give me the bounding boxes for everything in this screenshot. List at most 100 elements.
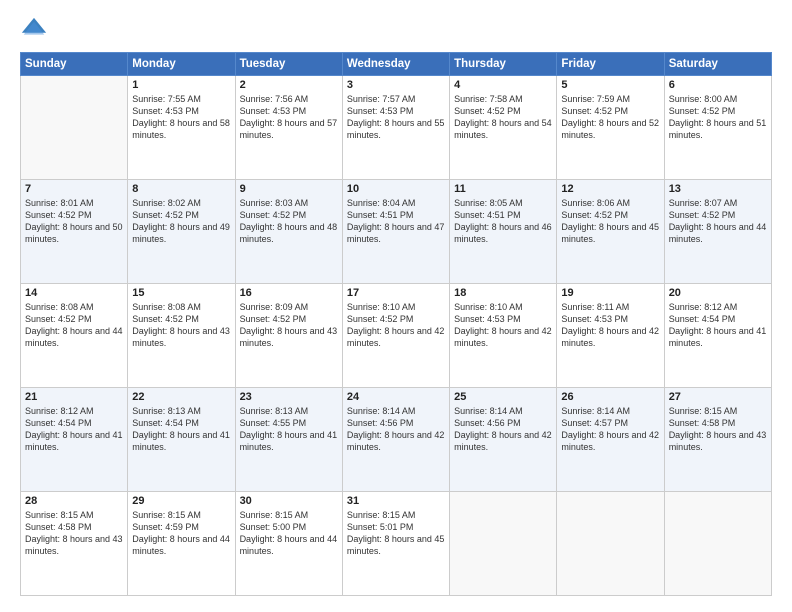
cell-info: Sunrise: 8:15 AMSunset: 4:58 PMDaylight:…: [25, 509, 123, 558]
calendar-cell: 16 Sunrise: 8:09 AMSunset: 4:52 PMDayligh…: [235, 284, 342, 388]
cell-info: Sunrise: 8:15 AMSunset: 4:58 PMDaylight:…: [669, 405, 767, 454]
cell-info: Sunrise: 8:14 AMSunset: 4:56 PMDaylight:…: [347, 405, 445, 454]
calendar-cell: 10 Sunrise: 8:04 AMSunset: 4:51 PMDayligh…: [342, 180, 449, 284]
day-number: 21: [25, 391, 123, 403]
cell-info: Sunrise: 8:09 AMSunset: 4:52 PMDaylight:…: [240, 301, 338, 350]
calendar-header-wednesday: Wednesday: [342, 53, 449, 76]
day-number: 29: [132, 495, 230, 507]
calendar-week-row: 1Sunrise: 7:55 AMSunset: 4:53 PMDaylight…: [21, 76, 772, 180]
day-number: 15: [132, 287, 230, 299]
day-number: 31: [347, 495, 445, 507]
logo: [20, 16, 52, 44]
cell-info: Sunrise: 8:00 AMSunset: 4:52 PMDaylight:…: [669, 93, 767, 142]
calendar-cell: 2 Sunrise: 7:56 AMSunset: 4:53 PMDaylight…: [235, 76, 342, 180]
calendar-cell: 22Sunrise: 8:13 AMSunset: 4:54 PMDayligh…: [128, 388, 235, 492]
calendar-week-row: 28 Sunrise: 8:15 AMSunset: 4:58 PMDayligh…: [21, 492, 772, 596]
calendar-header-thursday: Thursday: [450, 53, 557, 76]
day-number: 24: [347, 391, 445, 403]
day-number: 18: [454, 287, 552, 299]
day-number: 20: [669, 287, 767, 299]
cell-info: Sunrise: 8:15 AMSunset: 4:59 PMDaylight:…: [132, 509, 230, 558]
day-number: 14: [25, 287, 123, 299]
day-number: 25: [454, 391, 552, 403]
calendar-cell: [664, 492, 771, 596]
day-number: 27: [669, 391, 767, 403]
day-number: 16: [240, 287, 338, 299]
calendar-cell: 31 Sunrise: 8:15 AMSunset: 5:01 PMDayligh…: [342, 492, 449, 596]
cell-info: Sunrise: 8:03 AMSunset: 4:52 PMDaylight:…: [240, 197, 338, 246]
calendar-cell: [450, 492, 557, 596]
day-number: 19: [561, 287, 659, 299]
calendar-cell: 24 Sunrise: 8:14 AMSunset: 4:56 PMDayligh…: [342, 388, 449, 492]
day-number: 22: [132, 391, 230, 403]
calendar-cell: 14 Sunrise: 8:08 AMSunset: 4:52 PMDayligh…: [21, 284, 128, 388]
calendar-cell: 7Sunrise: 8:01 AMSunset: 4:52 PMDaylight…: [21, 180, 128, 284]
calendar-cell: 3 Sunrise: 7:57 AMSunset: 4:53 PMDaylight…: [342, 76, 449, 180]
page: SundayMondayTuesdayWednesdayThursdayFrid…: [0, 0, 792, 612]
cell-info: Sunrise: 8:04 AMSunset: 4:51 PMDaylight:…: [347, 197, 445, 246]
cell-info: Sunrise: 8:13 AMSunset: 4:55 PMDaylight:…: [240, 405, 338, 454]
cell-info: Sunrise: 8:10 AMSunset: 4:52 PMDaylight:…: [347, 301, 445, 350]
calendar-header-monday: Monday: [128, 53, 235, 76]
cell-info: Sunrise: 8:15 AMSunset: 5:00 PMDaylight:…: [240, 509, 338, 558]
day-number: 8: [132, 183, 230, 195]
cell-info: Sunrise: 8:14 AMSunset: 4:57 PMDaylight:…: [561, 405, 659, 454]
calendar-cell: 25Sunrise: 8:14 AMSunset: 4:56 PMDayligh…: [450, 388, 557, 492]
calendar-table: SundayMondayTuesdayWednesdayThursdayFrid…: [20, 52, 772, 596]
calendar-cell: 9Sunrise: 8:03 AMSunset: 4:52 PMDaylight…: [235, 180, 342, 284]
day-number: 4: [454, 79, 552, 91]
calendar-cell: 26 Sunrise: 8:14 AMSunset: 4:57 PMDayligh…: [557, 388, 664, 492]
cell-info: Sunrise: 8:01 AMSunset: 4:52 PMDaylight:…: [25, 197, 123, 246]
calendar-cell: 19 Sunrise: 8:11 AMSunset: 4:53 PMDayligh…: [557, 284, 664, 388]
calendar-cell: 6Sunrise: 8:00 AMSunset: 4:52 PMDaylight…: [664, 76, 771, 180]
calendar-cell: 18 Sunrise: 8:10 AMSunset: 4:53 PMDayligh…: [450, 284, 557, 388]
calendar-header-tuesday: Tuesday: [235, 53, 342, 76]
calendar-header-sunday: Sunday: [21, 53, 128, 76]
calendar-cell: 28 Sunrise: 8:15 AMSunset: 4:58 PMDayligh…: [21, 492, 128, 596]
cell-info: Sunrise: 8:02 AMSunset: 4:52 PMDaylight:…: [132, 197, 230, 246]
cell-info: Sunrise: 8:11 AMSunset: 4:53 PMDaylight:…: [561, 301, 659, 350]
day-number: 17: [347, 287, 445, 299]
header: [20, 16, 772, 44]
calendar-cell: [21, 76, 128, 180]
cell-info: Sunrise: 8:07 AMSunset: 4:52 PMDaylight:…: [669, 197, 767, 246]
day-number: 30: [240, 495, 338, 507]
day-number: 28: [25, 495, 123, 507]
calendar-cell: [557, 492, 664, 596]
day-number: 2: [240, 79, 338, 91]
calendar-cell: 8 Sunrise: 8:02 AMSunset: 4:52 PMDaylight…: [128, 180, 235, 284]
calendar-cell: 1Sunrise: 7:55 AMSunset: 4:53 PMDaylight…: [128, 76, 235, 180]
day-number: 11: [454, 183, 552, 195]
calendar-week-row: 14 Sunrise: 8:08 AMSunset: 4:52 PMDayligh…: [21, 284, 772, 388]
day-number: 23: [240, 391, 338, 403]
calendar-header-friday: Friday: [557, 53, 664, 76]
day-number: 5: [561, 79, 659, 91]
cell-info: Sunrise: 7:56 AMSunset: 4:53 PMDaylight:…: [240, 93, 338, 142]
calendar-cell: 27 Sunrise: 8:15 AMSunset: 4:58 PMDayligh…: [664, 388, 771, 492]
calendar-cell: 13Sunrise: 8:07 AMSunset: 4:52 PMDayligh…: [664, 180, 771, 284]
day-number: 12: [561, 183, 659, 195]
day-number: 3: [347, 79, 445, 91]
cell-info: Sunrise: 8:08 AMSunset: 4:52 PMDaylight:…: [25, 301, 123, 350]
calendar-cell: 12Sunrise: 8:06 AMSunset: 4:52 PMDayligh…: [557, 180, 664, 284]
logo-icon: [20, 16, 48, 44]
calendar-header-saturday: Saturday: [664, 53, 771, 76]
calendar-cell: 4Sunrise: 7:58 AMSunset: 4:52 PMDaylight…: [450, 76, 557, 180]
cell-info: Sunrise: 8:10 AMSunset: 4:53 PMDaylight:…: [454, 301, 552, 350]
calendar-cell: 17 Sunrise: 8:10 AMSunset: 4:52 PMDayligh…: [342, 284, 449, 388]
day-number: 26: [561, 391, 659, 403]
calendar-cell: 29 Sunrise: 8:15 AMSunset: 4:59 PMDayligh…: [128, 492, 235, 596]
day-number: 1: [132, 79, 230, 91]
cell-info: Sunrise: 7:59 AMSunset: 4:52 PMDaylight:…: [561, 93, 659, 142]
calendar-cell: 21 Sunrise: 8:12 AMSunset: 4:54 PMDayligh…: [21, 388, 128, 492]
cell-info: Sunrise: 8:12 AMSunset: 4:54 PMDaylight:…: [25, 405, 123, 454]
calendar-week-row: 7Sunrise: 8:01 AMSunset: 4:52 PMDaylight…: [21, 180, 772, 284]
cell-info: Sunrise: 8:05 AMSunset: 4:51 PMDaylight:…: [454, 197, 552, 246]
cell-info: Sunrise: 8:15 AMSunset: 5:01 PMDaylight:…: [347, 509, 445, 558]
calendar-cell: 15Sunrise: 8:08 AMSunset: 4:52 PMDayligh…: [128, 284, 235, 388]
cell-info: Sunrise: 7:57 AMSunset: 4:53 PMDaylight:…: [347, 93, 445, 142]
calendar-cell: 20Sunrise: 8:12 AMSunset: 4:54 PMDayligh…: [664, 284, 771, 388]
calendar-cell: 11 Sunrise: 8:05 AMSunset: 4:51 PMDayligh…: [450, 180, 557, 284]
calendar-cell: 5 Sunrise: 7:59 AMSunset: 4:52 PMDaylight…: [557, 76, 664, 180]
day-number: 10: [347, 183, 445, 195]
